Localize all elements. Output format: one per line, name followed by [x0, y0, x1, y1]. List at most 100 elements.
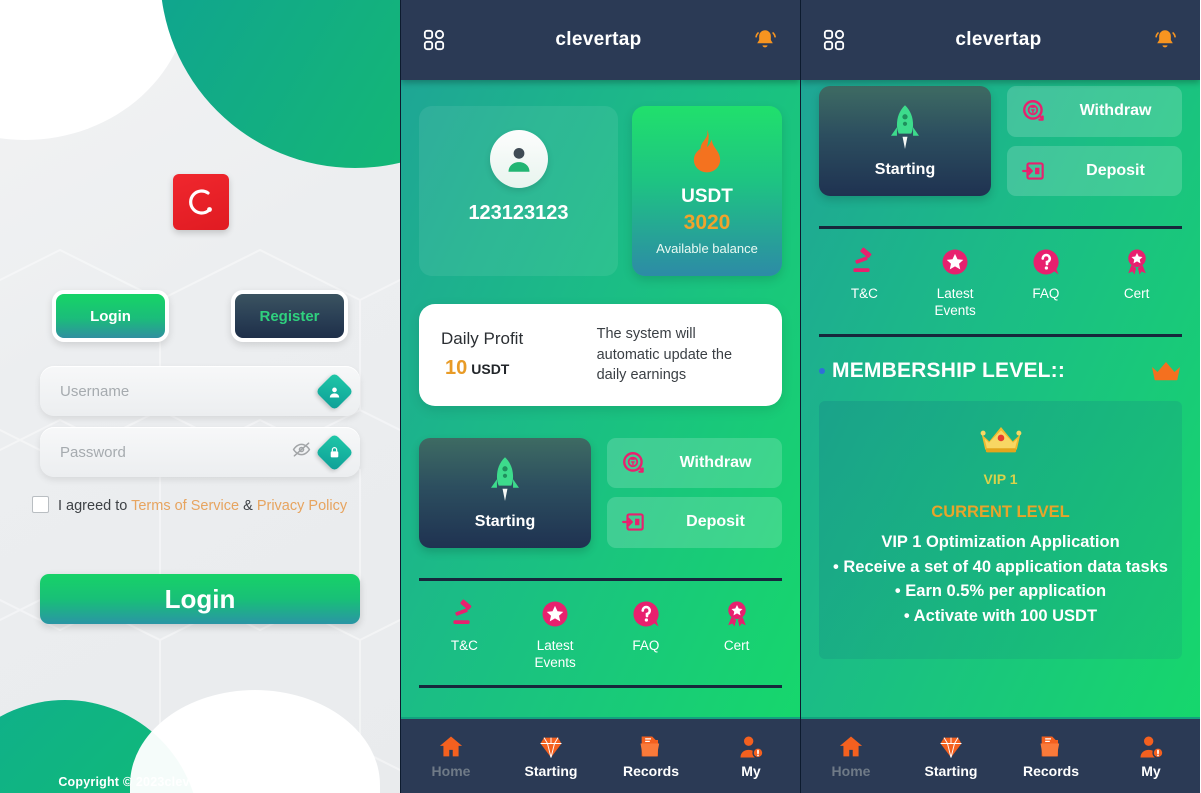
nav-records[interactable]: Records	[601, 733, 701, 779]
lock-diamond-icon	[315, 432, 354, 472]
terms-of-service-link[interactable]: Terms of Service	[131, 498, 239, 514]
deposit-box-icon	[1022, 162, 1044, 180]
tab-login[interactable]: Login	[52, 290, 169, 342]
quick-link-faq[interactable]: FAQ	[601, 599, 692, 672]
balance-currency: USDT	[681, 186, 733, 207]
records-folder-icon	[640, 736, 660, 757]
daily-profit-value: 10	[445, 357, 468, 380]
nav-starting-scrolled-label: Starting	[924, 763, 978, 779]
app-header: clevertap	[401, 0, 800, 80]
profile-id: 123123123	[468, 202, 569, 224]
app-title-scrolled: clevertap	[955, 29, 1042, 50]
star-badge-icon	[542, 601, 568, 627]
nav-starting[interactable]: Starting	[501, 733, 601, 779]
quick-link-cert-scrolled[interactable]: Cert	[1091, 247, 1182, 320]
copyright-faded: ertap All rights reserved.	[189, 775, 342, 789]
withdraw-coin-icon	[1023, 100, 1044, 121]
login-submit-button[interactable]: Login	[40, 574, 360, 624]
vip-level-label: VIP 1	[983, 470, 1018, 487]
nav-records-scrolled[interactable]: Records	[1001, 733, 1101, 779]
user-avatar-icon	[508, 147, 529, 172]
quick-link-latest-events[interactable]: Latest Events	[510, 599, 601, 672]
balance-card[interactable]: USDT 3020 Available balance	[632, 106, 782, 276]
avatar	[489, 130, 548, 188]
side-action-group: Withdraw Deposit	[607, 437, 782, 548]
nav-home-scrolled-label: Home	[831, 763, 871, 779]
quick-link-tc-label: T&C	[450, 637, 478, 653]
action-buttons-scrolled: Starting Withdraw Deposit	[801, 80, 1200, 196]
quick-links-row: T&C Latest Events FAQ Cert	[419, 581, 782, 686]
diamond-icon	[540, 737, 562, 758]
deposit-button-scrolled-label: Deposit	[1086, 161, 1145, 179]
quick-link-cert[interactable]: Cert	[691, 599, 782, 672]
agreement-row: I agreed to Terms of Service & Privacy P…	[32, 495, 382, 517]
withdraw-button-scrolled-label: Withdraw	[1079, 102, 1152, 120]
withdraw-coin-icon	[623, 452, 644, 473]
app-logo	[173, 174, 229, 230]
quick-link-latest-events-scrolled[interactable]: Latest Events	[910, 247, 1001, 320]
login-screen: Login Register Username I agreed to Term…	[0, 0, 400, 793]
crown-icon	[1152, 361, 1180, 380]
withdraw-button-label: Withdraw	[679, 453, 752, 471]
rocket-icon	[491, 456, 519, 501]
nav-home[interactable]: Home	[401, 733, 501, 779]
award-ribbon-icon	[727, 601, 746, 627]
agreement-prefix: I agreed to	[58, 498, 128, 514]
agreement-checkbox[interactable]	[32, 496, 49, 513]
star-badge-icon	[942, 249, 968, 275]
quick-link-tc-scrolled[interactable]: T&C	[819, 247, 910, 320]
password-field-wrapper	[40, 427, 360, 477]
nav-starting-scrolled[interactable]: Starting	[901, 733, 1001, 779]
daily-profit-card: Daily Profit 10 USDT The system will auto…	[419, 304, 782, 406]
auth-tab-group: Login Register	[0, 290, 400, 342]
starting-button[interactable]: Starting	[419, 437, 591, 548]
vip-level-card: VIP 1 CURRENT LEVEL VIP 1 Optimization A…	[819, 400, 1182, 659]
username-input[interactable]	[60, 382, 321, 400]
tab-register[interactable]: Register	[231, 290, 348, 342]
side-action-group-scrolled: Withdraw Deposit	[1007, 86, 1182, 196]
bottom-navigation: Home Starting Records My	[401, 717, 800, 793]
app-header-scrolled: clevertap	[801, 0, 1200, 80]
vip-benefit-item: • Earn 0.5% per application	[894, 582, 1107, 601]
grid-menu-icon[interactable]	[823, 29, 845, 51]
quick-link-faq-scrolled[interactable]: FAQ	[1001, 247, 1092, 320]
bell-icon[interactable]	[1152, 27, 1178, 53]
quick-link-latest-events-label: Latest Events	[534, 637, 576, 670]
deposit-button-label: Deposit	[686, 513, 745, 531]
screenshot-root: Login Register Username I agreed to Term…	[0, 0, 1201, 793]
profile-card[interactable]: 123123123	[419, 106, 618, 276]
current-level-label: CURRENT LEVEL	[931, 502, 1070, 521]
nav-my[interactable]: My	[701, 733, 800, 779]
privacy-policy-link[interactable]: Privacy Policy	[257, 498, 347, 514]
user-diamond-icon	[315, 371, 354, 411]
eye-off-icon[interactable]	[292, 440, 311, 464]
nav-home-scrolled[interactable]: Home	[801, 733, 901, 779]
username-field-wrapper	[40, 366, 360, 416]
quick-link-latest-events-scrolled-label: Latest Events	[934, 286, 976, 318]
question-mark-icon	[1033, 249, 1059, 275]
withdraw-button-scrolled[interactable]: Withdraw	[1007, 86, 1182, 137]
deposit-button[interactable]: Deposit	[607, 497, 782, 548]
vip-benefit-item: VIP 1 Optimization Application	[881, 532, 1120, 551]
quick-link-tc[interactable]: T&C	[419, 599, 510, 672]
flame-icon	[693, 129, 721, 173]
deposit-button-scrolled[interactable]: Deposit	[1007, 145, 1182, 196]
balance-amount: 3020	[683, 211, 731, 234]
starting-button-label: Starting	[474, 512, 536, 530]
tab-register-label: Register	[259, 307, 320, 325]
diamond-icon	[940, 737, 962, 758]
nav-my-scrolled[interactable]: My	[1101, 733, 1200, 779]
grid-menu-icon[interactable]	[423, 29, 445, 51]
quick-link-faq-scrolled-label: FAQ	[1032, 286, 1060, 301]
nav-my-scrolled-label: My	[1141, 763, 1161, 779]
award-ribbon-icon	[1127, 249, 1146, 275]
password-input[interactable]	[60, 443, 292, 461]
starting-button-scrolled[interactable]: Starting	[819, 86, 991, 196]
withdraw-button[interactable]: Withdraw	[607, 437, 782, 489]
nav-records-label: Records	[622, 763, 680, 779]
vip-benefit-list: VIP 1 Optimization Application • Receive…	[829, 530, 1172, 629]
records-folder-icon	[1040, 736, 1060, 757]
quick-links-section: T&C Latest Events FAQ Cert	[419, 577, 782, 689]
bottom-navigation-scrolled: Home Starting Records My	[801, 717, 1200, 793]
bell-icon[interactable]	[752, 27, 778, 53]
